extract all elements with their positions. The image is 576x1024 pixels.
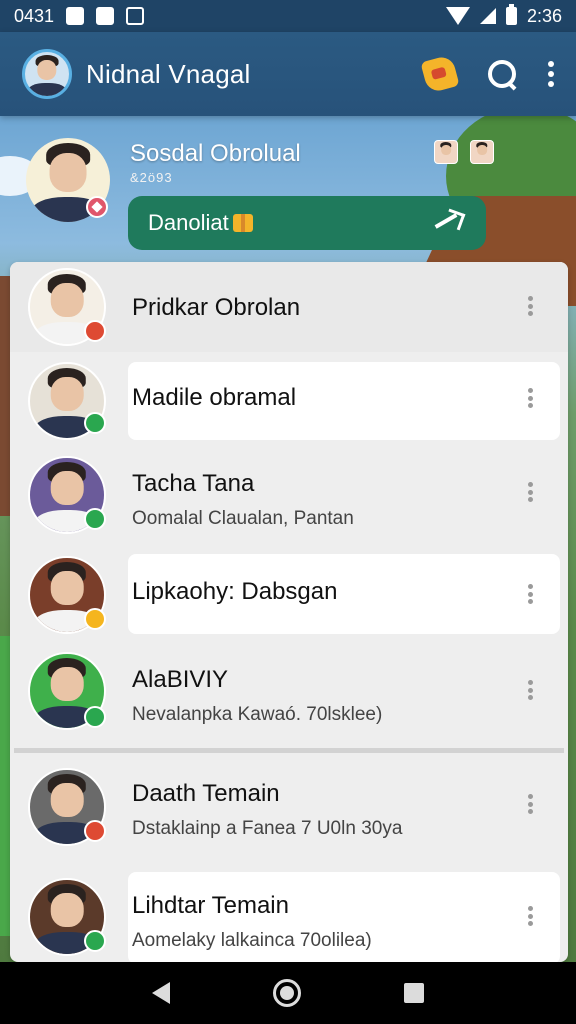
share-icon: [430, 209, 466, 237]
recents-icon[interactable]: [404, 983, 425, 1003]
mini-avatar[interactable]: [434, 140, 458, 164]
action-button-label: Danoliat: [148, 210, 229, 235]
list-item[interactable]: Lipkaohy: Dabsgan: [10, 552, 568, 642]
chat-title: Pridkar Obrolan: [132, 294, 301, 321]
chat-title: AlaBIVIY: [132, 666, 229, 693]
more-vert-icon[interactable]: [528, 296, 534, 316]
search-icon[interactable]: [486, 58, 518, 90]
status-badge: [84, 706, 106, 728]
status-badge: [84, 820, 106, 842]
profile-subtitle: &2ö93: [130, 170, 173, 185]
chat-title: Tacha Tana: [132, 470, 255, 497]
mini-avatar[interactable]: [470, 140, 494, 164]
profile-name: Sosdal Obrolual: [130, 140, 301, 167]
signal-icon: [479, 8, 496, 24]
status-badge: [84, 320, 106, 342]
battery-icon: [505, 4, 517, 25]
status-time-right: 2:36: [526, 5, 562, 26]
list-item[interactable]: Daath Temain Dstaklainp a Fanea 7 U0ln 3…: [10, 758, 568, 864]
list-item[interactable]: Tacha Tana Oomalal Claualan, Pantan: [10, 452, 568, 548]
status-time-left: 0431: [14, 5, 55, 26]
notification-icon: [126, 7, 145, 25]
more-vert-icon[interactable]: [528, 482, 534, 502]
app-bar: Nidnal Vnagal: [0, 32, 576, 116]
chat-subtitle: Oomalal Claualan, Pantan: [132, 508, 354, 529]
status-badge: [84, 412, 106, 434]
chat-title: Daath Temain: [132, 780, 280, 807]
notification-icon: [96, 7, 115, 25]
chat-subtitle: Nevalanpka Kawaó. 70lsklee): [132, 704, 383, 725]
gift-icon: [232, 214, 253, 232]
more-vert-icon[interactable]: [528, 906, 534, 926]
chat-title: Lipkaohy: Dabsgan: [132, 578, 338, 605]
more-vert-icon[interactable]: [528, 794, 534, 814]
status-bar: 0431 2:36: [0, 0, 576, 32]
list-item[interactable]: AlaBIVIY Nevalanpka Kawaó. 70lsklee): [10, 648, 568, 744]
emoji-sticker-icon[interactable]: [420, 54, 460, 94]
list-item[interactable]: Pridkar Obrolan: [10, 262, 568, 352]
chat-list: Pridkar Obrolan Madile obramal Tacha Tan…: [10, 262, 568, 962]
back-icon[interactable]: [151, 982, 170, 1004]
chat-title: Madile obramal: [132, 384, 297, 411]
status-badge: [84, 508, 106, 530]
more-vert-icon[interactable]: [528, 388, 534, 408]
more-vert-icon[interactable]: [548, 61, 554, 87]
status-badge: [86, 196, 108, 218]
chat-subtitle: Aomelaky lalkainca 70olilea): [132, 930, 372, 951]
system-nav-bar: [0, 962, 576, 1024]
more-vert-icon[interactable]: [528, 680, 534, 700]
avatar[interactable]: [22, 49, 72, 99]
status-badge: [84, 608, 106, 630]
wifi-icon: [445, 7, 470, 25]
chat-subtitle: Dstaklainp a Fanea 7 U0ln 30ya: [132, 818, 403, 839]
chat-title: Lihdtar Temain: [132, 892, 289, 919]
list-item[interactable]: Madile obramal: [10, 358, 568, 446]
list-item[interactable]: Lihdtar Temain Aomelaky lalkainca 70olil…: [10, 870, 568, 962]
home-icon[interactable]: [272, 979, 301, 1007]
status-badge: [84, 930, 106, 952]
more-vert-icon[interactable]: [528, 584, 534, 604]
action-button[interactable]: Danoliat: [128, 196, 486, 250]
profile-header: Sosdal Obrolual &2ö93 Danoliat: [26, 138, 556, 258]
app-title: Nidnal Vnagal: [86, 58, 251, 89]
section-divider: [14, 748, 564, 753]
notification-icon: [66, 7, 85, 25]
